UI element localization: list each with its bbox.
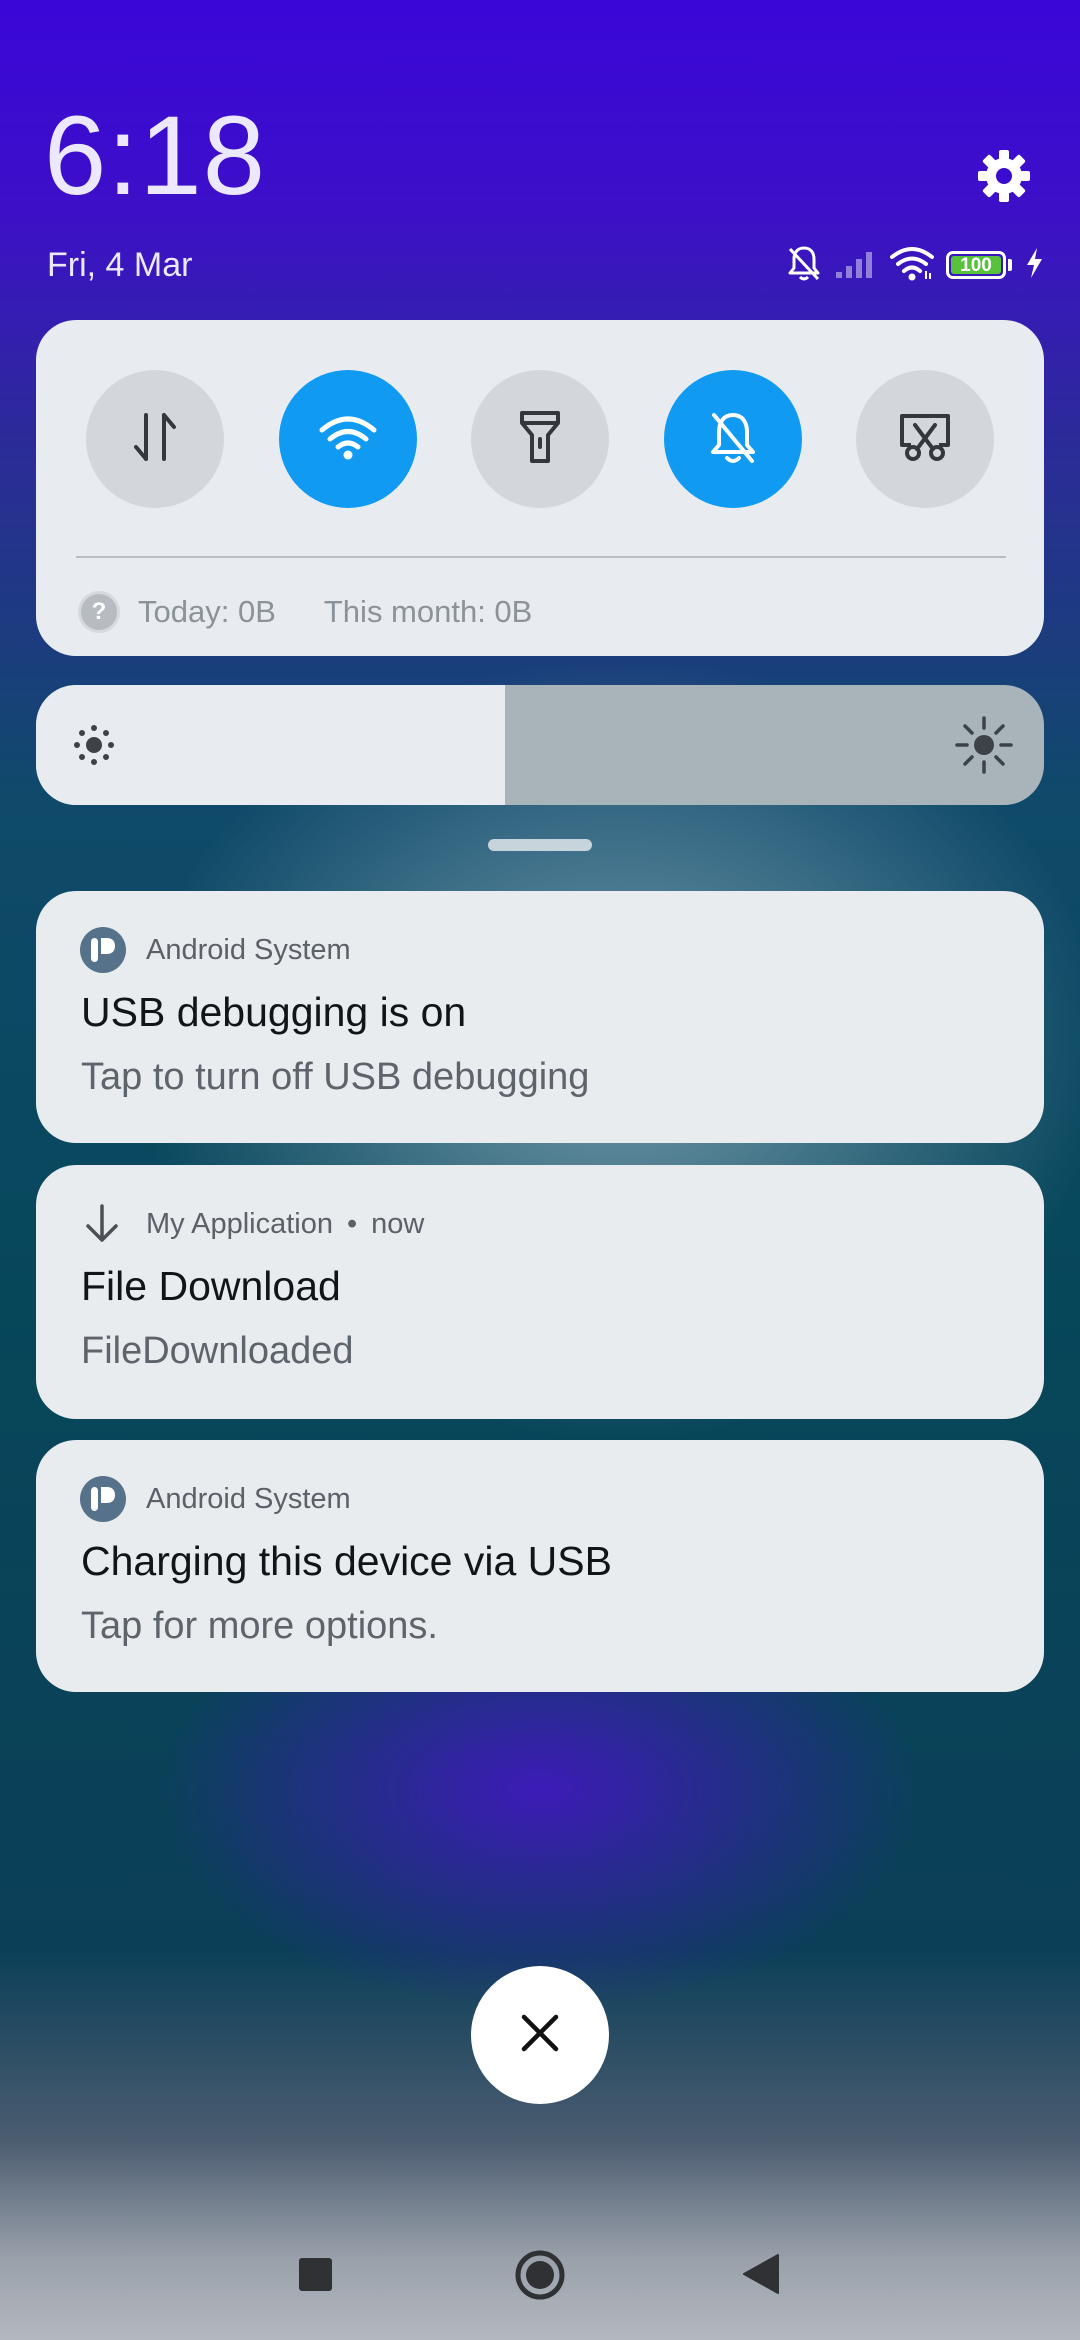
home-icon[interactable] bbox=[514, 2249, 566, 2301]
download-arrow-icon bbox=[80, 1202, 124, 1246]
status-bar-icons: 100 bbox=[786, 240, 1044, 290]
usage-today: Today: 0B bbox=[138, 594, 276, 629]
notification-file-download[interactable]: My Application • now File Download FileD… bbox=[36, 1165, 1044, 1419]
brightness-high-icon bbox=[954, 715, 1014, 775]
clock-time[interactable]: 6:18 bbox=[44, 100, 266, 212]
notification-header: My Application • now bbox=[80, 1201, 424, 1247]
recents-icon[interactable] bbox=[299, 2258, 332, 2291]
data-usage-row[interactable]: ? Today: 0B This month: 0B bbox=[78, 588, 532, 636]
notification-usb-debugging[interactable]: Android System USB debugging is on Tap t… bbox=[36, 891, 1044, 1143]
brightness-low-icon bbox=[70, 721, 118, 769]
notification-title: File Download bbox=[81, 1263, 341, 1309]
back-icon[interactable] bbox=[742, 2253, 780, 2295]
notification-header: Android System bbox=[80, 1476, 351, 1522]
notification-app-name: Android System bbox=[146, 933, 351, 966]
notification-separator: • bbox=[347, 1207, 358, 1240]
notification-usb-charging[interactable]: Android System Charging this device via … bbox=[36, 1440, 1044, 1692]
notification-text: Tap to turn off USB debugging bbox=[81, 1056, 590, 1098]
wifi-icon bbox=[318, 414, 378, 465]
notification-title: USB debugging is on bbox=[81, 989, 467, 1035]
silent-toggle[interactable] bbox=[664, 370, 802, 508]
android-system-icon bbox=[80, 1476, 126, 1522]
notification-app-name: Android System bbox=[146, 1482, 351, 1515]
brightness-slider[interactable] bbox=[36, 685, 1044, 805]
usage-month: This month: 0B bbox=[323, 594, 533, 629]
data-arrows-icon bbox=[132, 409, 178, 470]
notification-app-name: My Application bbox=[146, 1207, 333, 1240]
quick-settings-divider bbox=[76, 556, 1006, 558]
date-label[interactable]: Fri, 4 Mar bbox=[47, 246, 192, 285]
notification-time: now bbox=[371, 1207, 425, 1240]
wifi-toggle[interactable] bbox=[279, 370, 417, 508]
panel-drag-handle[interactable] bbox=[488, 839, 592, 851]
notification-text: FileDownloaded bbox=[81, 1330, 354, 1372]
notification-text: Tap for more options. bbox=[81, 1605, 438, 1647]
quick-settings-panel: ? Today: 0B This month: 0B bbox=[36, 320, 1044, 656]
close-icon bbox=[520, 2013, 560, 2058]
notification-title: Charging this device via USB bbox=[81, 1538, 612, 1584]
screenshot-toggle[interactable] bbox=[856, 370, 994, 508]
mobile-data-toggle[interactable] bbox=[86, 370, 224, 508]
bell-muted-icon bbox=[786, 243, 822, 288]
charging-bolt-icon bbox=[1024, 247, 1044, 284]
screenshot-icon bbox=[897, 411, 953, 468]
flashlight-icon bbox=[517, 407, 563, 472]
help-icon: ? bbox=[78, 591, 120, 633]
flashlight-toggle[interactable] bbox=[471, 370, 609, 508]
notification-header: Android System bbox=[80, 927, 351, 973]
android-system-icon bbox=[80, 927, 126, 973]
wifi-icon bbox=[890, 245, 934, 286]
battery-level: 100 bbox=[960, 254, 992, 276]
bell-muted-icon bbox=[706, 407, 760, 472]
gear-icon[interactable] bbox=[972, 144, 1036, 208]
signal-icon bbox=[834, 246, 878, 285]
battery-nub bbox=[1008, 259, 1012, 271]
battery-icon: 100 bbox=[946, 251, 1006, 279]
clear-all-button[interactable] bbox=[471, 1966, 609, 2104]
